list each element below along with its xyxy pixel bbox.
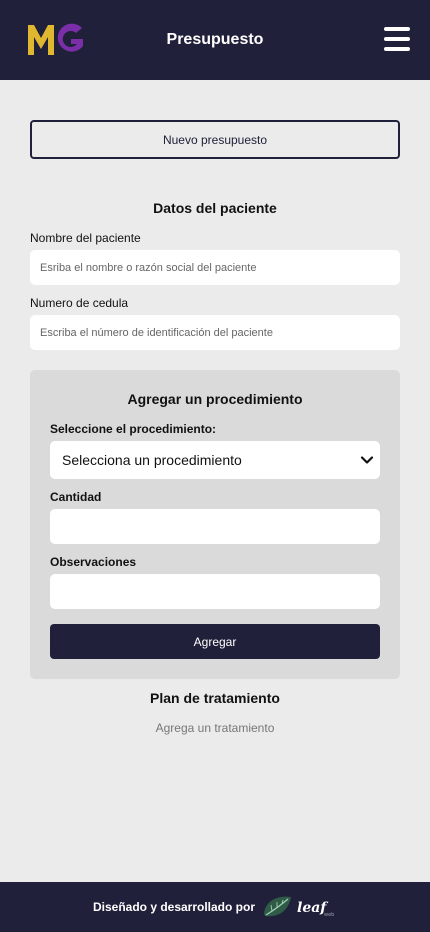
patient-name-label: Nombre del paciente <box>30 231 141 245</box>
footer-credit-text: Diseñado y desarrollado por <box>92 900 256 914</box>
menu-bar <box>384 27 410 31</box>
add-procedure-button[interactable]: Agregar <box>50 624 380 659</box>
new-budget-button[interactable]: Nuevo presupuesto <box>30 120 400 159</box>
page-title: Presupuesto <box>166 31 264 48</box>
hamburger-menu-icon[interactable] <box>384 27 410 51</box>
treatment-plan-empty-text: Agrega un tratamiento <box>155 721 275 735</box>
app-footer: Diseñado y desarrollado por leaf web <box>0 882 430 932</box>
notes-input[interactable] <box>50 574 380 609</box>
notes-label: Observaciones <box>50 555 137 569</box>
leaf-web-logo[interactable]: leaf web <box>261 892 337 922</box>
procedure-select-value: Selecciona un procedimiento <box>62 452 242 468</box>
treatment-plan-title: Plan de tratamiento <box>150 690 280 706</box>
menu-bar <box>384 37 410 41</box>
add-procedure-title: Agregar un procedimiento <box>127 391 303 407</box>
menu-bar <box>384 47 410 51</box>
procedure-select[interactable]: Selecciona un procedimiento <box>50 441 380 479</box>
quantity-input[interactable] <box>50 509 380 544</box>
procedure-select-label: Seleccione el procedimiento: <box>50 422 217 436</box>
chevron-down-icon <box>360 456 374 464</box>
mg-logo[interactable]: MG <box>26 22 86 58</box>
app-header: MG Presupuesto <box>0 0 430 80</box>
patient-id-input[interactable] <box>30 315 400 350</box>
svg-text:web: web <box>324 912 334 918</box>
patient-section-title: Datos del paciente <box>153 200 277 216</box>
patient-id-label: Numero de cedula <box>30 296 129 310</box>
patient-name-input[interactable] <box>30 250 400 285</box>
add-procedure-panel: Agregar un procedimiento Seleccione el p… <box>30 370 400 679</box>
quantity-label: Cantidad <box>50 490 102 504</box>
